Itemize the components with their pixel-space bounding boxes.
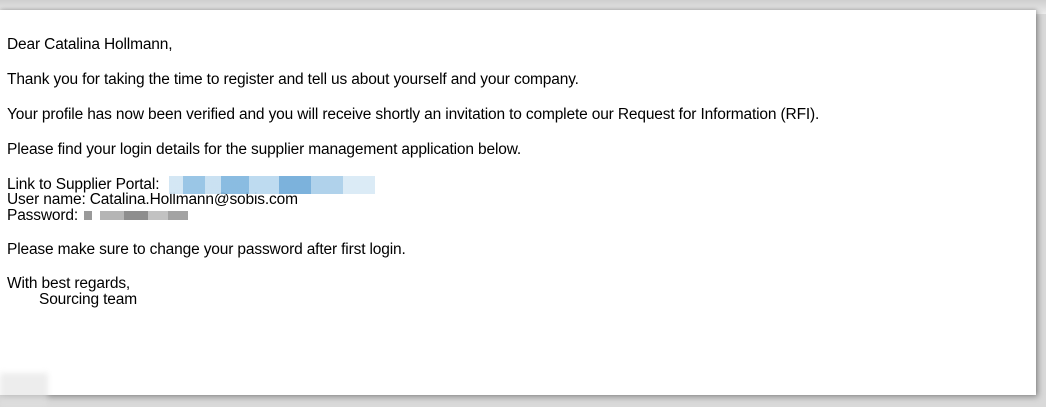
paragraph-thanks: Thank you for taking the time to registe… [7,71,579,88]
login-credentials: Link to Supplier Portal: User name: Cata… [7,176,819,224]
email-body: Dear Catalina Hollmann, Thank you for ta… [7,36,819,308]
redacted-signature-area [0,373,48,407]
email-message-card: Dear Catalina Hollmann, Thank you for ta… [0,10,1036,407]
portal-link-line: Link to Supplier Portal: [7,176,819,194]
paragraph-change-password: Please make sure to change your password… [7,241,406,258]
redacted-portal-link[interactable] [161,176,376,194]
paragraph-login-intro: Please find your login details for the s… [7,141,522,158]
password-label: Password: [7,207,79,224]
closing-line: With best regards, [7,275,131,292]
password-line: Password: [7,208,819,224]
username-line: User name: Catalina.Hollmann@sobis.com [7,191,298,208]
paragraph-verified: Your profile has now been verified and y… [7,106,820,123]
email-signature: With best regards, Sourcing team [7,276,819,308]
email-greeting: Dear Catalina Hollmann, [7,36,173,53]
redacted-password [84,211,189,221]
signature-team: Sourcing team [39,291,137,308]
